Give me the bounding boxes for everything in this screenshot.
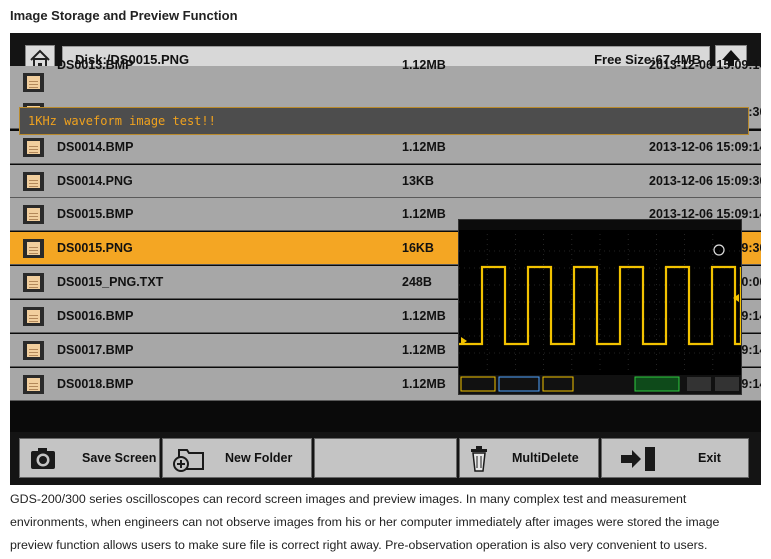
file-name: DS0016.BMP (57, 309, 134, 323)
file-row[interactable]: DS0014.PNG 13KB 2013-12-06 15:09:30 (10, 165, 761, 198)
exit-button[interactable]: Exit (601, 438, 749, 478)
trash-icon (471, 446, 487, 472)
file-date: 2013-12-06 15:09:30 (649, 174, 761, 188)
file-name: DS0015.BMP (57, 207, 134, 221)
file-icon (23, 239, 44, 258)
new-folder-icon (173, 449, 204, 472)
file-icon (23, 73, 44, 92)
exit-label: Exit (698, 451, 721, 465)
save-screen-button[interactable]: Save Screen (19, 438, 160, 478)
file-name: DS0015.PNG (57, 241, 133, 255)
file-size: 16KB (402, 241, 434, 255)
file-icon (23, 205, 44, 224)
file-row[interactable]: DS0014.BMP 1.12MB 2013-12-06 15:09:14 (10, 131, 761, 164)
file-size: 1.12MB (402, 343, 446, 357)
multi-delete-label: MultiDelete (512, 451, 579, 465)
file-size: 13KB (402, 174, 434, 188)
multi-delete-button[interactable]: MultiDelete (459, 438, 599, 478)
caption-text: GDS-200/300 series oscilloscopes can rec… (10, 492, 720, 552)
file-size: 1.12MB (402, 58, 446, 72)
exit-door-icon (621, 447, 655, 471)
bottom-toolbar: Save Screen New Folder MultiDelete Exit (10, 432, 761, 485)
file-date: 2013-12-06 15:09:14 (649, 58, 761, 72)
image-preview (458, 219, 742, 395)
file-name: DS0014.PNG (57, 174, 133, 188)
file-icon (23, 307, 44, 326)
save-screen-label: Save Screen (82, 451, 157, 465)
waveform-preview (459, 220, 741, 394)
file-note-tooltip: 1KHz waveform image test!! (19, 107, 749, 135)
new-folder-button[interactable]: New Folder (162, 438, 312, 478)
file-icon (23, 273, 44, 292)
file-size: 1.12MB (402, 309, 446, 323)
file-date: 2013-12-06 15:09:14 (649, 140, 761, 154)
file-name: DS0015_PNG.TXT (57, 275, 164, 289)
file-row[interactable]: DS0013.BMP 1.12MB 2013-12-06 15:09:14 (10, 58, 761, 99)
file-size: 248B (402, 275, 432, 289)
file-size: 1.12MB (402, 207, 446, 221)
file-icon (23, 138, 44, 157)
new-folder-label: New Folder (225, 451, 293, 465)
file-icon (23, 341, 44, 360)
file-icon (23, 172, 44, 191)
camera-icon (31, 448, 55, 469)
file-size: 1.12MB (402, 140, 446, 154)
page-heading: Image Storage and Preview Function (10, 8, 238, 23)
file-name: DS0017.BMP (57, 343, 134, 357)
file-name: DS0018.BMP (57, 377, 134, 391)
file-name: DS0014.BMP (57, 140, 134, 154)
file-note-text: 1KHz waveform image test!! (28, 114, 216, 128)
file-icon (23, 375, 44, 394)
empty-toolbar-slot (314, 438, 457, 478)
file-size: 1.12MB (402, 377, 446, 391)
oscilloscope-screen: Disk:/DS0015.PNG Free Size:67.4MB DS0013… (10, 33, 761, 485)
file-name: DS0013.BMP (57, 58, 134, 72)
